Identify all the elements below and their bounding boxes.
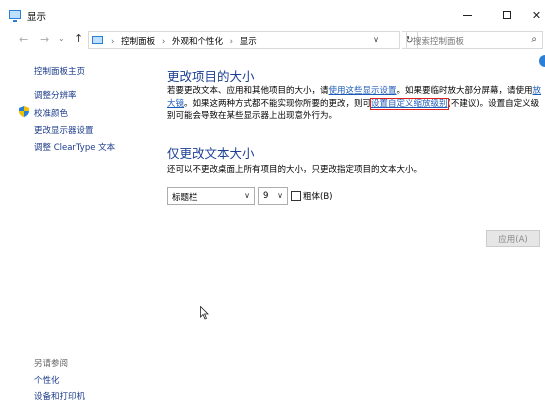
item-select-value: 标题栏: [172, 193, 198, 203]
sidebar-item-control-panel-home[interactable]: 控制面板主页: [34, 65, 85, 77]
window-title: 显示: [27, 12, 47, 23]
section-title-text-only: 仅更改文本大小: [167, 146, 255, 161]
description-text-2: 。如果要临时放大部分屏幕，请使用: [396, 86, 533, 96]
font-size-select[interactable]: 9 ∨: [258, 187, 288, 205]
maximize-icon: [503, 11, 511, 19]
search-icon: ⌕: [531, 34, 537, 45]
recent-locations-icon[interactable]: ⌄: [58, 34, 65, 43]
bold-label[interactable]: 粗体(B): [303, 190, 332, 202]
breadcrumb-appearance[interactable]: 外观和个性化: [172, 37, 223, 47]
sidebar-item-adjust-resolution[interactable]: 调整分辨率: [34, 89, 77, 101]
minimize-icon: [462, 14, 472, 16]
sidebar-item-adjust-cleartype[interactable]: 调整 ClearType 文本: [34, 141, 115, 153]
navigation-bar: ← → ⌄ ↑ › 控制面板 › 外观和个性化 › 显示 ∨ ↻ 搜索控制面板 …: [0, 30, 545, 50]
close-icon: ✕: [531, 8, 542, 22]
breadcrumb-display[interactable]: 显示: [240, 37, 257, 47]
breadcrumb: › 控制面板 › 外观和个性化 › 显示: [107, 35, 257, 47]
sidebar-item-calibrate-color[interactable]: 校准颜色: [34, 107, 68, 119]
see-also-heading: 另请参阅: [34, 359, 69, 369]
control-panel-icon: [92, 36, 103, 44]
search-placeholder: 搜索控制面板: [413, 37, 465, 47]
help-icon[interactable]: [539, 55, 545, 67]
breadcrumb-control-panel[interactable]: 控制面板: [121, 37, 155, 47]
address-dropdown-icon[interactable]: ∨: [373, 35, 379, 44]
description-text-3: 。如果这两种方式都不能实现你所要的更改，则可: [184, 98, 372, 109]
back-arrow-icon[interactable]: ←: [19, 33, 28, 46]
mouse-cursor-icon: [200, 306, 209, 320]
bold-checkbox[interactable]: [291, 191, 301, 201]
search-input[interactable]: 搜索控制面板 ⌕: [406, 31, 543, 49]
forward-arrow-icon[interactable]: →: [40, 33, 49, 46]
up-arrow-icon[interactable]: ↑: [74, 32, 83, 45]
text-only-description: 还可以不更改桌面上所有项目的大小，只更改指定项目的文本大小。: [167, 165, 423, 175]
chevron-down-icon: ∨: [277, 191, 283, 200]
description-text-1: 若要更改文本、应用和其他项目的大小，请: [167, 86, 329, 96]
shield-icon: [19, 106, 29, 117]
apply-button[interactable]: 应用(A): [486, 230, 540, 247]
sidebar-item-change-display-settings[interactable]: 更改显示器设置: [34, 124, 94, 136]
minimize-button[interactable]: [452, 4, 482, 26]
font-size-value: 9: [263, 191, 269, 201]
see-also-personalization[interactable]: 个性化: [34, 374, 60, 386]
chevron-down-icon: ∨: [244, 191, 250, 200]
item-select[interactable]: 标题栏 ∨: [167, 187, 255, 205]
change-size-description: 若要更改文本、应用和其他项目的大小，请使用这些显示设置。如果要临时放大部分屏幕，…: [167, 85, 545, 123]
breadcrumb-separator[interactable]: ›: [230, 37, 233, 47]
title-bar: 显示 ✕: [0, 0, 545, 28]
custom-scaling-link[interactable]: 设置自定义缩放级别: [370, 97, 449, 110]
close-button[interactable]: ✕: [528, 4, 545, 26]
address-bar[interactable]: › 控制面板 › 外观和个性化 › 显示 ∨: [88, 31, 400, 49]
display-settings-link[interactable]: 使用这些显示设置: [329, 86, 397, 96]
breadcrumb-separator[interactable]: ›: [162, 37, 165, 47]
see-also-devices-printers[interactable]: 设备和打印机: [34, 390, 85, 401]
section-title-change-size: 更改项目的大小: [167, 69, 255, 84]
maximize-button[interactable]: [492, 4, 522, 26]
breadcrumb-separator: ›: [111, 37, 115, 47]
display-app-icon: [9, 10, 21, 22]
